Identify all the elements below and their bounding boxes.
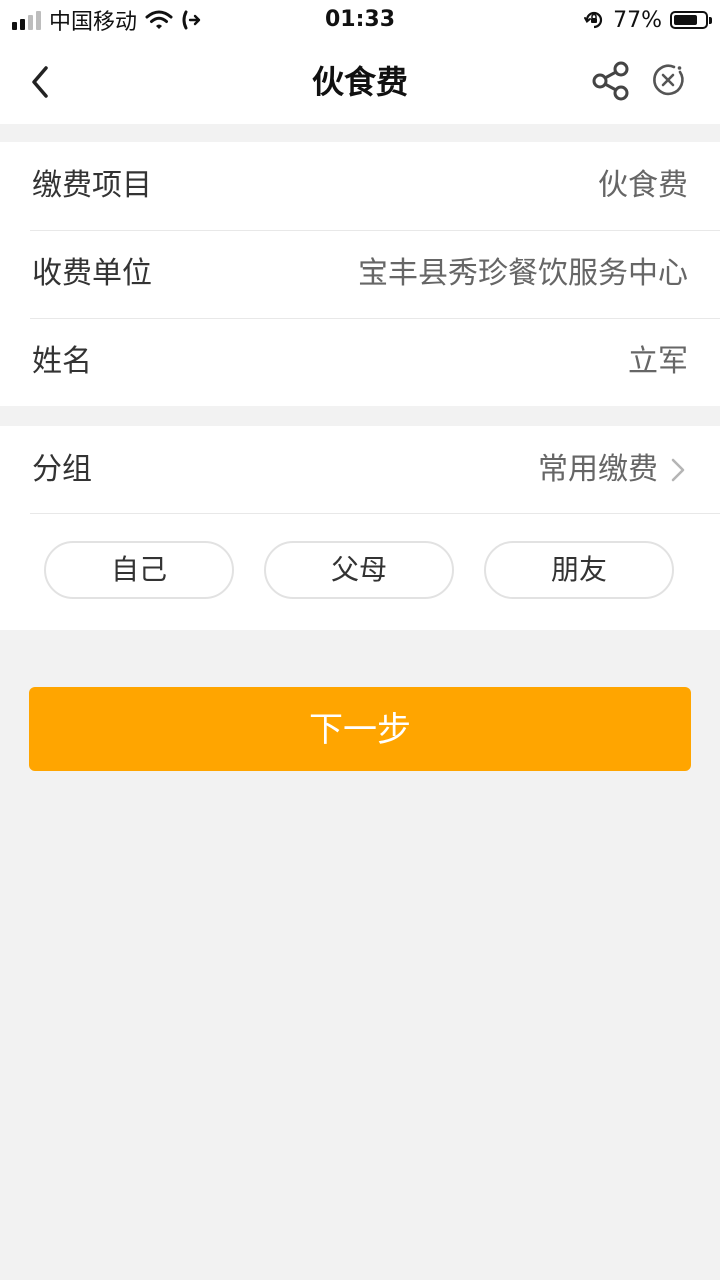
orientation-lock-icon [584, 11, 603, 29]
group-selector-row[interactable]: 分组 常用缴费 [0, 426, 720, 514]
navigation-bar: 伙食费 [0, 40, 720, 124]
battery-level-fill [674, 15, 697, 25]
detail-row-name: 姓名 立军 [0, 318, 720, 406]
payment-details-card: 缴费项目 伙食费 收费单位 宝丰县秀珍餐饮服务中心 姓名 立军 [0, 142, 720, 406]
next-step-button[interactable]: 下一步 [29, 687, 691, 771]
divider [30, 513, 720, 514]
detail-label: 收费单位 [32, 256, 152, 291]
group-label: 分组 [32, 452, 92, 487]
group-chip-friends[interactable]: 朋友 [484, 541, 674, 599]
status-bar: 中国移动 01:33 77% [0, 0, 720, 40]
battery-percent: 77% [613, 7, 662, 33]
share-icon[interactable] [590, 60, 632, 102]
close-circle-icon[interactable] [650, 62, 686, 98]
detail-value: 宝丰县秀珍餐饮服务中心 [358, 256, 688, 291]
detail-row-payee: 收费单位 宝丰县秀珍餐饮服务中心 [0, 230, 720, 318]
status-right: 77% [583, 6, 712, 34]
detail-value: 伙食费 [598, 168, 688, 203]
group-value: 常用缴费 [538, 452, 658, 487]
group-chip-parents[interactable]: 父母 [264, 541, 454, 599]
detail-row-item: 缴费项目 伙食费 [0, 142, 720, 230]
detail-value: 立军 [628, 344, 688, 379]
battery-icon [670, 11, 712, 29]
detail-label: 缴费项目 [32, 168, 152, 203]
detail-label: 姓名 [32, 344, 92, 379]
chevron-right-icon [671, 458, 685, 482]
group-card: 分组 常用缴费 自己 父母 朋友 [0, 426, 720, 630]
group-chip-self[interactable]: 自己 [44, 541, 234, 599]
